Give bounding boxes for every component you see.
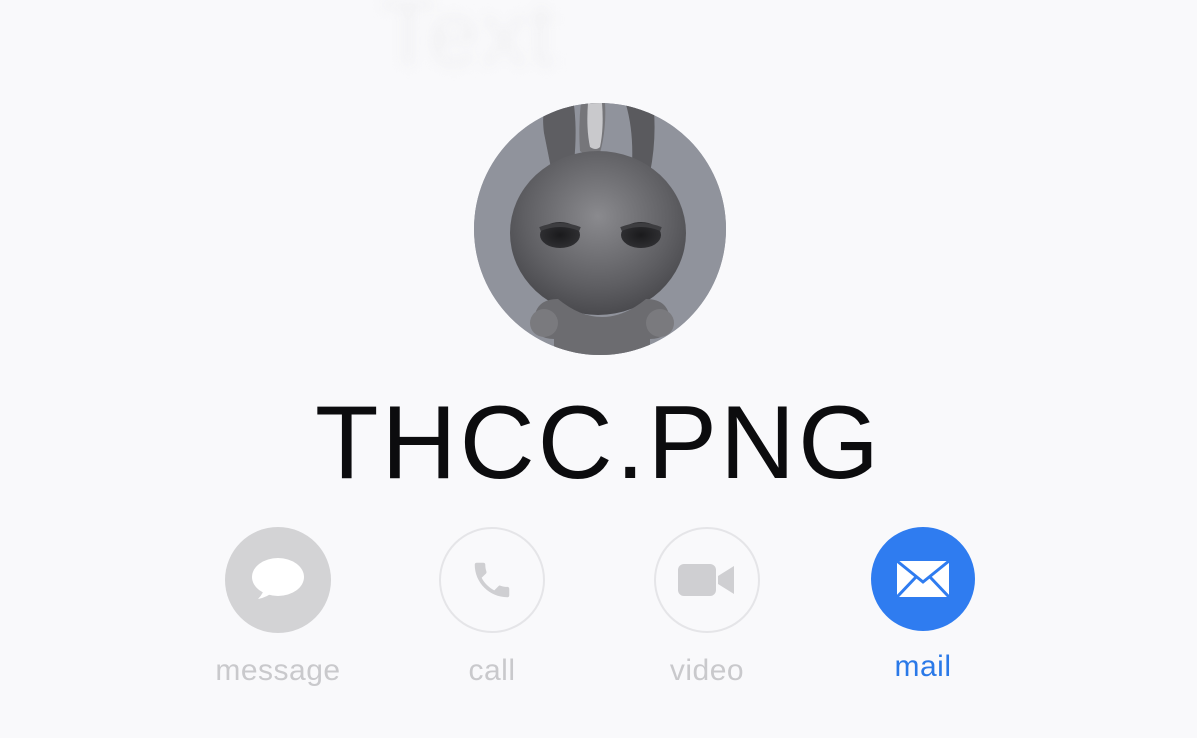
video-button[interactable] bbox=[654, 527, 760, 633]
faded-header-title: Text bbox=[380, 0, 557, 85]
video-label: video bbox=[669, 654, 745, 687]
call-label: call bbox=[468, 654, 516, 687]
message-action[interactable]: message bbox=[208, 527, 348, 689]
mail-button[interactable] bbox=[871, 527, 975, 631]
mail-label: mail bbox=[894, 650, 952, 683]
call-button[interactable] bbox=[439, 527, 545, 633]
video-camera-icon bbox=[678, 564, 734, 596]
video-action[interactable]: video bbox=[637, 527, 777, 689]
mail-action[interactable]: mail bbox=[853, 527, 993, 685]
phone-icon bbox=[474, 562, 510, 598]
call-action[interactable]: call bbox=[422, 527, 562, 689]
bunny-avatar-icon bbox=[474, 103, 726, 355]
envelope-icon bbox=[896, 560, 950, 598]
contact-avatar bbox=[474, 103, 726, 355]
message-bubble-icon bbox=[252, 558, 304, 599]
message-button[interactable] bbox=[225, 527, 331, 633]
message-label: message bbox=[215, 654, 341, 687]
contact-name: THCC.PNG bbox=[314, 385, 883, 501]
